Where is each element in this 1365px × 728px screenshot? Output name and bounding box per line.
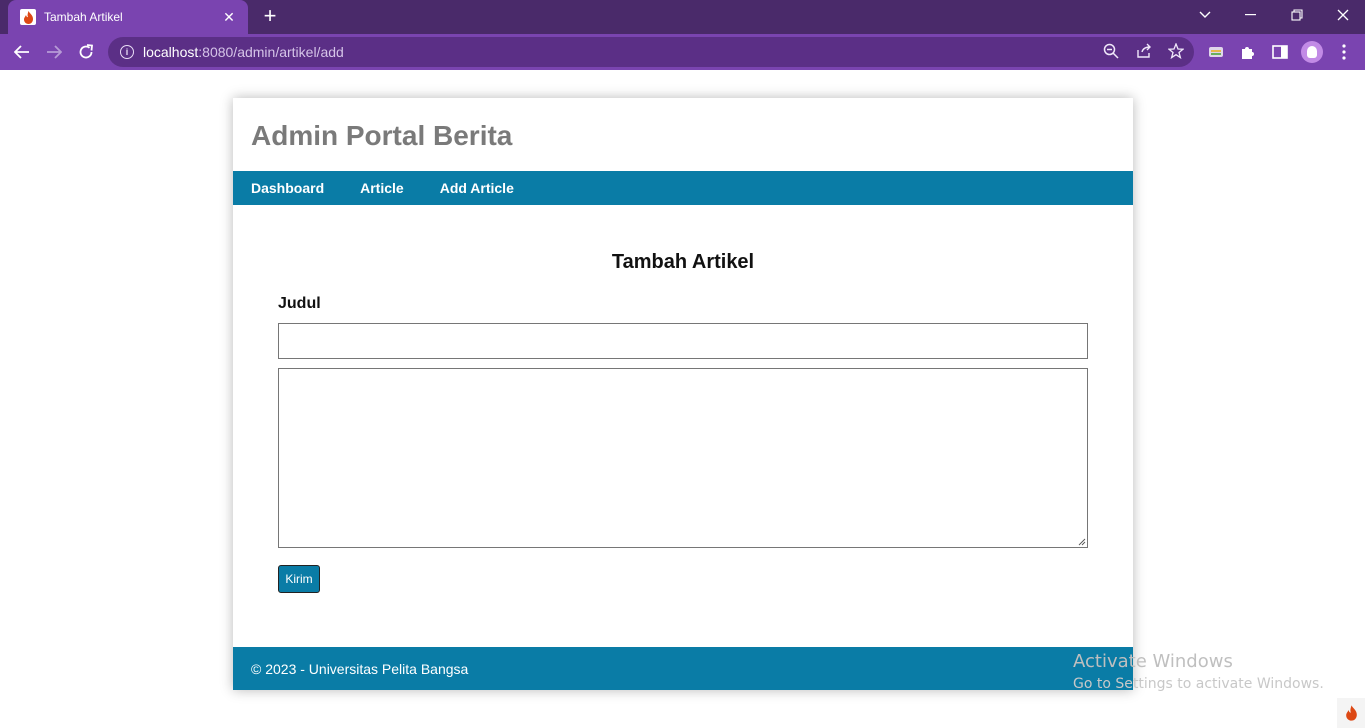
watermark-subtitle: Go to Settings to activate Windows.	[1073, 676, 1324, 692]
tab-search-icon[interactable]	[1182, 0, 1228, 30]
extensions-puzzle-icon[interactable]	[1238, 42, 1258, 62]
nav-dashboard-link[interactable]: Dashboard	[251, 180, 324, 196]
nav-add-article-link[interactable]: Add Article	[440, 180, 514, 196]
reload-icon[interactable]	[73, 40, 99, 64]
side-panel-icon[interactable]	[1270, 42, 1290, 62]
address-bar[interactable]: i localhost:8080/admin/artikel/add	[108, 37, 1194, 67]
browser-tab-bar: Tambah Artikel ✕ +	[0, 0, 1365, 34]
bookmark-star-icon[interactable]	[1167, 42, 1185, 60]
judul-input[interactable]	[278, 323, 1088, 359]
main-nav: Dashboard Article Add Article	[233, 171, 1133, 205]
close-window-icon[interactable]	[1320, 0, 1365, 30]
tab-title: Tambah Artikel	[44, 10, 123, 24]
site-footer: © 2023 - Universitas Pelita Bangsa	[233, 647, 1133, 690]
back-icon[interactable]	[9, 40, 35, 64]
resize-grip-icon[interactable]	[1078, 538, 1086, 546]
zoom-icon[interactable]	[1102, 42, 1120, 60]
activate-windows-watermark: Activate Windows Go to Settings to activ…	[1073, 651, 1324, 692]
judul-label: Judul	[278, 295, 321, 312]
browser-tab[interactable]: Tambah Artikel ✕	[8, 0, 248, 34]
share-icon[interactable]	[1135, 42, 1153, 60]
site-info-icon[interactable]: i	[120, 45, 134, 59]
extension-rainbow-icon[interactable]	[1206, 42, 1226, 62]
site-header: Admin Portal Berita	[233, 98, 1133, 171]
menu-kebab-icon[interactable]	[1334, 42, 1354, 62]
codeigniter-favicon-icon	[20, 9, 36, 25]
page-title: Tambah Artikel	[611, 251, 755, 273]
nav-article-link[interactable]: Article	[360, 180, 404, 196]
restore-icon[interactable]	[1274, 0, 1320, 30]
main-content: Tambah Artikel Judul Kirim	[233, 205, 1133, 647]
url-text: localhost:8080/admin/artikel/add	[143, 44, 344, 60]
isi-textarea[interactable]	[278, 368, 1088, 548]
site-title: Admin Portal Berita	[251, 120, 513, 151]
tab-close-icon[interactable]: ✕	[220, 8, 238, 26]
watermark-title: Activate Windows	[1073, 651, 1233, 672]
footer-text: © 2023 - Universitas Pelita Bangsa	[251, 660, 469, 677]
forward-icon[interactable]	[41, 40, 67, 64]
page-container: Admin Portal Berita Dashboard Article Ad…	[233, 98, 1133, 690]
codeigniter-toolbar-icon[interactable]	[1337, 698, 1365, 728]
minimize-icon[interactable]	[1228, 0, 1274, 30]
browser-toolbar: i localhost:8080/admin/artikel/add	[0, 34, 1365, 70]
new-tab-button[interactable]: +	[258, 5, 282, 28]
profile-avatar[interactable]	[1301, 41, 1323, 63]
kirim-button[interactable]: Kirim	[278, 565, 320, 593]
